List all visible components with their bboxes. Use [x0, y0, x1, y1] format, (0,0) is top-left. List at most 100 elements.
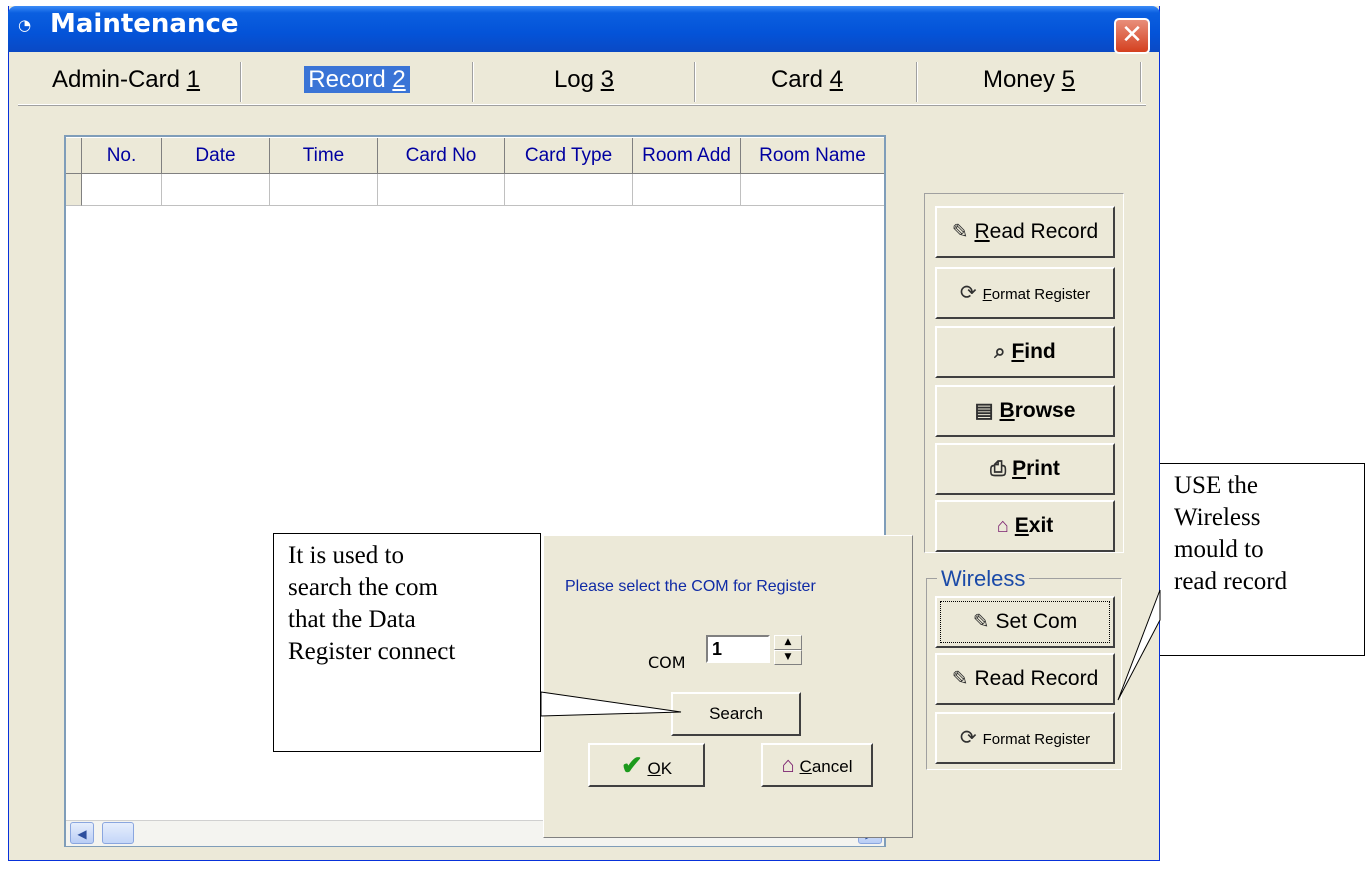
tab-divider: [694, 62, 696, 102]
window-title: Maintenance: [50, 9, 239, 39]
tab-record[interactable]: Record 2: [248, 58, 466, 102]
tab-hotkey: 1: [186, 66, 201, 93]
print-label: rint: [1026, 457, 1060, 480]
exit-door-icon: ⌂: [781, 752, 795, 777]
tab-divider: [1140, 62, 1142, 102]
tab-hotkey: 4: [829, 66, 844, 93]
grid-cell[interactable]: [505, 174, 633, 206]
tab-divider: [916, 62, 918, 102]
ok-button[interactable]: ✔ OK: [588, 743, 705, 787]
find-button[interactable]: ⌕ Find: [935, 326, 1115, 378]
column-header-room-name[interactable]: Room Name: [741, 138, 884, 174]
browse-hotkey: B: [999, 399, 1015, 422]
read-record-icon: ✎: [951, 221, 969, 243]
callout-line: Register connect: [288, 638, 456, 665]
column-header-date[interactable]: Date: [162, 138, 270, 174]
ok-label: K: [660, 759, 673, 778]
callout-line: USE the: [1174, 472, 1259, 499]
tab-label: Record: [308, 66, 393, 93]
wireless-format-register-button[interactable]: ⟳ Format Register: [935, 712, 1115, 764]
format-register-icon: ⟳: [959, 727, 977, 749]
column-header-time[interactable]: Time: [270, 138, 378, 174]
cancel-button[interactable]: ⌂ Cancel: [761, 743, 873, 787]
tab-label: Card: [770, 66, 830, 93]
column-header-card-no[interactable]: Card No: [378, 138, 505, 174]
tab-card[interactable]: Card 4: [700, 58, 914, 102]
wireless-format-register-label: Format Register: [982, 731, 1091, 748]
callout-search-explanation: It is used to search the com that the Da…: [273, 533, 541, 752]
callout-line: Wireless: [1174, 504, 1261, 531]
ok-hotkey: O: [647, 759, 661, 778]
com-port-input[interactable]: 1: [706, 635, 770, 663]
tab-label: Money: [982, 66, 1062, 93]
format-register-button[interactable]: ⟳ Format Register: [935, 267, 1115, 319]
callout-wireless-explanation: USE the Wireless mould to read record: [1160, 463, 1365, 656]
browse-icon: ▤: [974, 400, 994, 422]
checkmark-icon: ✔: [620, 750, 643, 780]
format-register-label: ormat Register: [991, 286, 1091, 303]
set-com-icon: ✎: [972, 611, 990, 633]
search-button[interactable]: Search: [671, 692, 801, 736]
exit-hotkey: E: [1014, 514, 1029, 537]
set-com-button[interactable]: ✎ Set Com: [935, 596, 1115, 648]
format-register-hotkey: F: [982, 286, 992, 303]
grid-cell[interactable]: [378, 174, 505, 206]
tab-divider: [240, 62, 242, 102]
read-record-button[interactable]: ✎ Read Record: [935, 206, 1115, 258]
wireless-read-record-label: Read Record: [974, 667, 1099, 690]
tab-hotkey: 3: [600, 66, 615, 93]
wireless-legend: Wireless: [937, 566, 1030, 592]
set-com-label: Set Com: [995, 610, 1078, 633]
callout-line: search the com: [288, 574, 438, 601]
callout-line: It is used to: [288, 542, 404, 569]
tab-hotkey: 2: [392, 66, 406, 93]
spin-down-icon[interactable]: ▼: [774, 650, 802, 665]
column-header-room-add[interactable]: Room Add: [633, 138, 741, 174]
find-hotkey: F: [1011, 340, 1025, 363]
binoculars-icon: ⌕: [994, 341, 1006, 363]
tab-label: Admin-Card: [51, 66, 187, 93]
close-button[interactable]: ✕: [1114, 18, 1150, 54]
read-record-hotkey: R: [974, 220, 990, 243]
column-header-no[interactable]: No.: [82, 138, 162, 174]
com-prompt-text: Please select the COM for Register: [565, 578, 816, 595]
tab-divider: [472, 62, 474, 102]
printer-icon: ⎙: [990, 458, 1007, 480]
grid-cell[interactable]: [633, 174, 741, 206]
scroll-thumb[interactable]: [102, 822, 134, 844]
exit-label: xit: [1028, 514, 1054, 537]
cancel-label: ancel: [811, 757, 853, 776]
wireless-read-record-button[interactable]: ✎ Read Record: [935, 653, 1115, 705]
format-register-icon: ⟳: [959, 282, 977, 304]
app-icon: ◔: [18, 16, 32, 34]
tab-log[interactable]: Log 3: [478, 58, 690, 102]
row-indicator[interactable]: [66, 174, 82, 206]
grid-cell[interactable]: [270, 174, 378, 206]
browse-button[interactable]: ▤ Browse: [935, 385, 1115, 437]
tab-money[interactable]: Money 5: [922, 58, 1136, 102]
com-label: COM: [648, 653, 686, 672]
find-label: ind: [1024, 340, 1056, 363]
print-button[interactable]: ⎙ Print: [935, 443, 1115, 495]
tab-admin-card[interactable]: Admin-Card 1: [20, 58, 232, 102]
cancel-hotkey: C: [799, 757, 812, 776]
tab-hotkey: 5: [1061, 66, 1076, 93]
spin-up-icon[interactable]: ▲: [774, 635, 802, 650]
exit-door-icon: ⌂: [996, 515, 1009, 537]
grid-corner: [66, 138, 82, 174]
browse-label: rowse: [1014, 399, 1076, 422]
callout-line: read record: [1174, 568, 1288, 595]
callout-line: mould to: [1174, 536, 1264, 563]
grid-cell[interactable]: [82, 174, 162, 206]
grid-cell[interactable]: [741, 174, 884, 206]
grid-cell[interactable]: [162, 174, 270, 206]
tab-record-highlight: Record 2: [304, 66, 410, 93]
tab-strip-border: [18, 104, 1146, 106]
tab-label: Log: [553, 66, 601, 93]
read-record-label: ead Record: [989, 220, 1099, 243]
scroll-left-arrow-icon[interactable]: ◀: [70, 822, 94, 844]
print-hotkey: P: [1012, 457, 1027, 480]
exit-button[interactable]: ⌂ Exit: [935, 500, 1115, 552]
read-record-icon: ✎: [951, 668, 969, 690]
column-header-card-type[interactable]: Card Type: [505, 138, 633, 174]
